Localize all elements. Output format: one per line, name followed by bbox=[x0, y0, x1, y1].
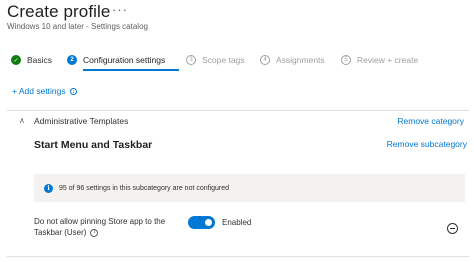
toggle-state-label: Enabled bbox=[222, 218, 252, 227]
setting-toggle[interactable] bbox=[188, 216, 215, 229]
add-settings-link[interactable]: + Add settings i bbox=[12, 86, 78, 96]
divider bbox=[7, 110, 469, 111]
step-configuration-settings[interactable]: 2 Configuration settings bbox=[67, 53, 165, 67]
setting-name: Do not allow pinning Store app to the Ta… bbox=[34, 216, 179, 238]
setting-label: Do not allow pinning Store app to the Ta… bbox=[34, 217, 166, 237]
add-settings-label: + Add settings bbox=[12, 86, 66, 96]
info-message-text: 95 of 96 settings in this subcategory ar… bbox=[59, 184, 230, 192]
step-number-icon: 5 bbox=[341, 55, 351, 65]
step-label: Scope tags bbox=[202, 55, 245, 65]
chevron-up-icon[interactable]: ∧ bbox=[19, 116, 25, 125]
category-name: Administrative Templates bbox=[34, 116, 129, 126]
step-number-icon: 3 bbox=[186, 55, 196, 65]
info-message-bar: i 95 of 96 settings in this subcategory … bbox=[34, 174, 465, 202]
remove-category-link[interactable]: Remove category bbox=[397, 116, 464, 126]
info-icon: i bbox=[44, 183, 53, 193]
more-options-button[interactable]: ··· bbox=[112, 2, 128, 17]
subcategory-title: Start Menu and Taskbar bbox=[34, 139, 153, 151]
step-label: Assignments bbox=[276, 55, 325, 65]
checkmark-icon: ✓ bbox=[11, 55, 21, 65]
page-subtitle: Windows 10 and later - Settings catalog bbox=[7, 22, 148, 31]
step-number-icon: 2 bbox=[67, 55, 77, 65]
step-label: Review + create bbox=[357, 55, 419, 65]
step-scope-tags[interactable]: 3 Scope tags bbox=[186, 53, 245, 67]
step-assignments[interactable]: 4 Assignments bbox=[260, 53, 325, 67]
page-title: Create profile bbox=[7, 2, 111, 21]
step-label: Configuration settings bbox=[83, 55, 166, 65]
wizard-steps: ✓ Basics 2 Configuration settings 3 Scop… bbox=[9, 53, 469, 71]
step-review-create[interactable]: 5 Review + create bbox=[341, 53, 418, 67]
active-step-indicator bbox=[83, 69, 179, 71]
step-number-icon: 4 bbox=[260, 55, 270, 65]
remove-subcategory-link[interactable]: Remove subcategory bbox=[387, 139, 467, 149]
info-circle-icon: i bbox=[70, 88, 78, 96]
step-label: Basics bbox=[27, 55, 53, 65]
toggle-knob bbox=[205, 219, 212, 226]
remove-circle-icon[interactable] bbox=[447, 223, 458, 234]
divider bbox=[7, 256, 469, 257]
info-icon[interactable]: i bbox=[90, 228, 99, 237]
step-basics[interactable]: ✓ Basics bbox=[11, 53, 52, 67]
